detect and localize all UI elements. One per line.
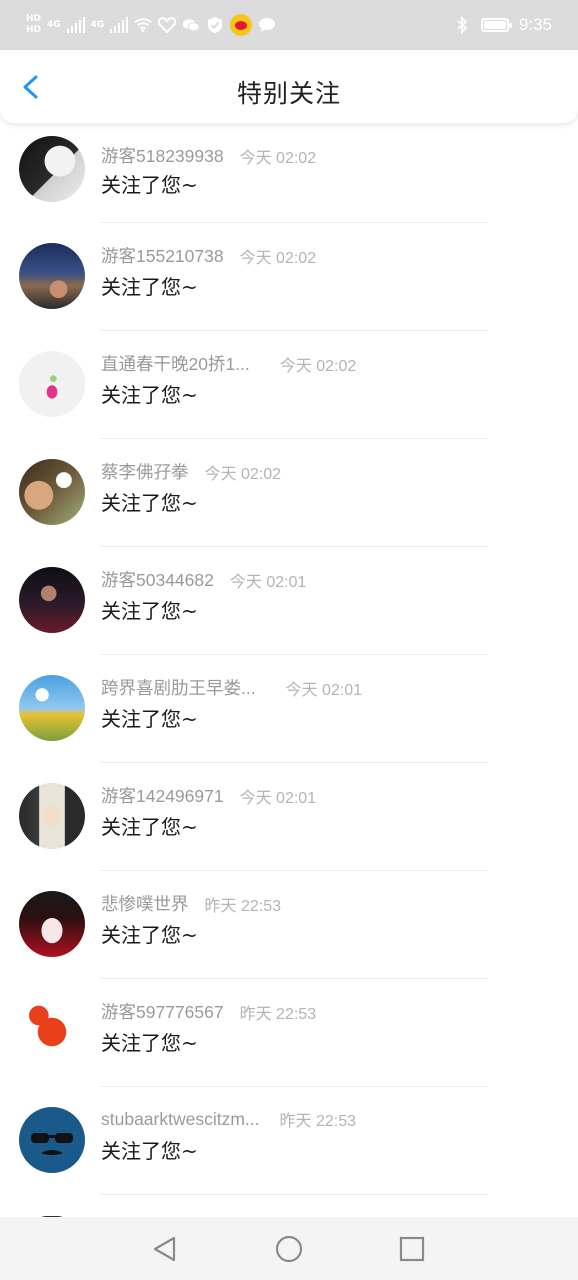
status-right: 9:35 [453, 15, 552, 35]
list-item[interactable]: stubaarktwescitzm... 昨天 22:53 关注了您~ [0, 1087, 578, 1195]
system-nav-bar [0, 1217, 578, 1280]
timestamp: 昨天 22:53 [204, 897, 282, 915]
item-meta: 游客155210738 今天 02:02 [101, 243, 316, 268]
status-time: 9:35 [518, 15, 552, 34]
timestamp: 今天 02:02 [239, 149, 317, 167]
app-header: 特别关注 [0, 50, 578, 123]
message-text: 关注了您~ [101, 173, 198, 197]
page-title: 特别关注 [236, 79, 341, 108]
message-text: 关注了您~ [101, 1031, 198, 1055]
item-meta: 跨界喜剧肋王早娄... 今天 02:01 [101, 675, 362, 700]
nav-home-button[interactable] [274, 1234, 304, 1264]
avatar [19, 459, 85, 525]
chat-bubble-icon [258, 17, 276, 33]
message-text: 关注了您~ [101, 491, 198, 515]
timestamp: 今天 02:01 [285, 681, 363, 699]
wechat-icon [182, 17, 200, 33]
signal-icon-2 [110, 17, 129, 33]
list-item[interactable]: 游客155210738 今天 02:02 关注了您~ [0, 223, 578, 331]
user-name: 游客597776567 [101, 1002, 224, 1022]
timestamp: 今天 02:02 [204, 465, 282, 483]
network-label-1: 4G [47, 19, 61, 30]
status-bar: HD HD 4G 4G 9:35 [0, 0, 578, 50]
message-text: 关注了您~ [101, 707, 198, 731]
status-left: HD HD 4G 4G [26, 14, 276, 36]
avatar [19, 891, 85, 957]
heart-icon [158, 17, 177, 33]
list-item[interactable]: 游客597776567 昨天 22:53 关注了您~ [0, 979, 578, 1087]
network-label-2: 4G [90, 19, 105, 30]
user-name: 游客518239938 [101, 146, 224, 166]
item-meta: stubaarktwescitzm... 昨天 22:53 [101, 1107, 356, 1131]
divider [100, 1194, 488, 1195]
timestamp: 今天 02:01 [229, 573, 307, 591]
avatar [19, 675, 85, 741]
message-text: 关注了您~ [101, 815, 198, 839]
avatar [19, 136, 85, 202]
avatar [19, 567, 85, 633]
nav-back-button[interactable] [150, 1234, 180, 1264]
item-meta: 直通春干晚20挢1... 今天 02:02 [101, 351, 356, 376]
list-item[interactable]: 直通春干晚20挢1... 今天 02:02 关注了您~ [0, 331, 578, 439]
user-name: stubaarktwescitzm... [101, 1108, 260, 1129]
timestamp: 昨天 22:53 [239, 1005, 317, 1023]
user-name: 游客155210738 [101, 246, 224, 266]
item-meta: 悲惨噗世界 昨天 22:53 [101, 891, 281, 916]
avatar [19, 243, 85, 309]
avatar [19, 783, 85, 849]
avatar [19, 1107, 85, 1173]
home-circle-icon [275, 1235, 303, 1263]
wifi-icon [134, 17, 152, 33]
battery-icon [480, 18, 512, 32]
shield-icon [206, 17, 224, 33]
message-text: 关注了您~ [101, 599, 198, 623]
message-text: 关注了您~ [101, 1139, 198, 1163]
user-name: 蔡李佛孖拳 [101, 462, 189, 482]
hd-indicator: HD HD [26, 15, 41, 35]
item-meta: 蔡李佛孖拳 今天 02:02 [101, 459, 281, 484]
recents-square-icon [399, 1236, 425, 1262]
list-item[interactable]: 蔡李佛孖拳 今天 02:02 关注了您~ [0, 439, 578, 547]
item-meta: 游客142496971 今天 02:01 [101, 783, 316, 808]
message-text: 关注了您~ [101, 275, 198, 299]
list-item[interactable]: 游客50344682 今天 02:01 关注了您~ [0, 547, 578, 655]
weibo-icon [230, 14, 253, 36]
signal-icon [66, 17, 85, 33]
user-name: 悲惨噗世界 [101, 894, 189, 914]
item-meta: 游客50344682 今天 02:01 [101, 567, 306, 592]
item-meta: 游客518239938 今天 02:02 [101, 143, 316, 168]
timestamp: 今天 02:01 [239, 789, 317, 807]
user-name: 游客50344682 [101, 570, 214, 590]
user-name: 跨界喜剧肋王早娄... [101, 678, 256, 698]
hd-bottom-label: HD [26, 25, 42, 35]
hd-top-label: HD [26, 14, 42, 24]
list-item[interactable]: 游客142496971 今天 02:01 关注了您~ [0, 763, 578, 871]
timestamp: 今天 02:02 [279, 357, 357, 375]
bluetooth-icon [453, 16, 471, 34]
nav-recents-button[interactable] [397, 1234, 427, 1264]
sunglasses-icon [31, 1133, 73, 1155]
message-text: 关注了您~ [101, 383, 198, 407]
list-item[interactable]: 跨界喜剧肋王早娄... 今天 02:01 关注了您~ [0, 655, 578, 763]
item-meta: 游客597776567 昨天 22:53 [101, 999, 316, 1024]
list-item[interactable]: 游客518239938 今天 02:02 关注了您~ [0, 123, 578, 223]
user-name: 直通春干晚20挢1... [101, 354, 250, 374]
followers-list: 游客518239938 今天 02:02 关注了您~ 游客155210738 今… [0, 123, 578, 1217]
timestamp: 昨天 22:53 [279, 1113, 357, 1130]
message-text: 关注了您~ [101, 923, 198, 947]
avatar [19, 999, 85, 1065]
avatar [19, 351, 85, 417]
list-item[interactable]: 悲惨噗世界 昨天 22:53 关注了您~ [0, 871, 578, 979]
user-name: 游客142496971 [101, 786, 224, 806]
back-triangle-icon [153, 1236, 176, 1262]
timestamp: 今天 02:02 [239, 249, 317, 267]
